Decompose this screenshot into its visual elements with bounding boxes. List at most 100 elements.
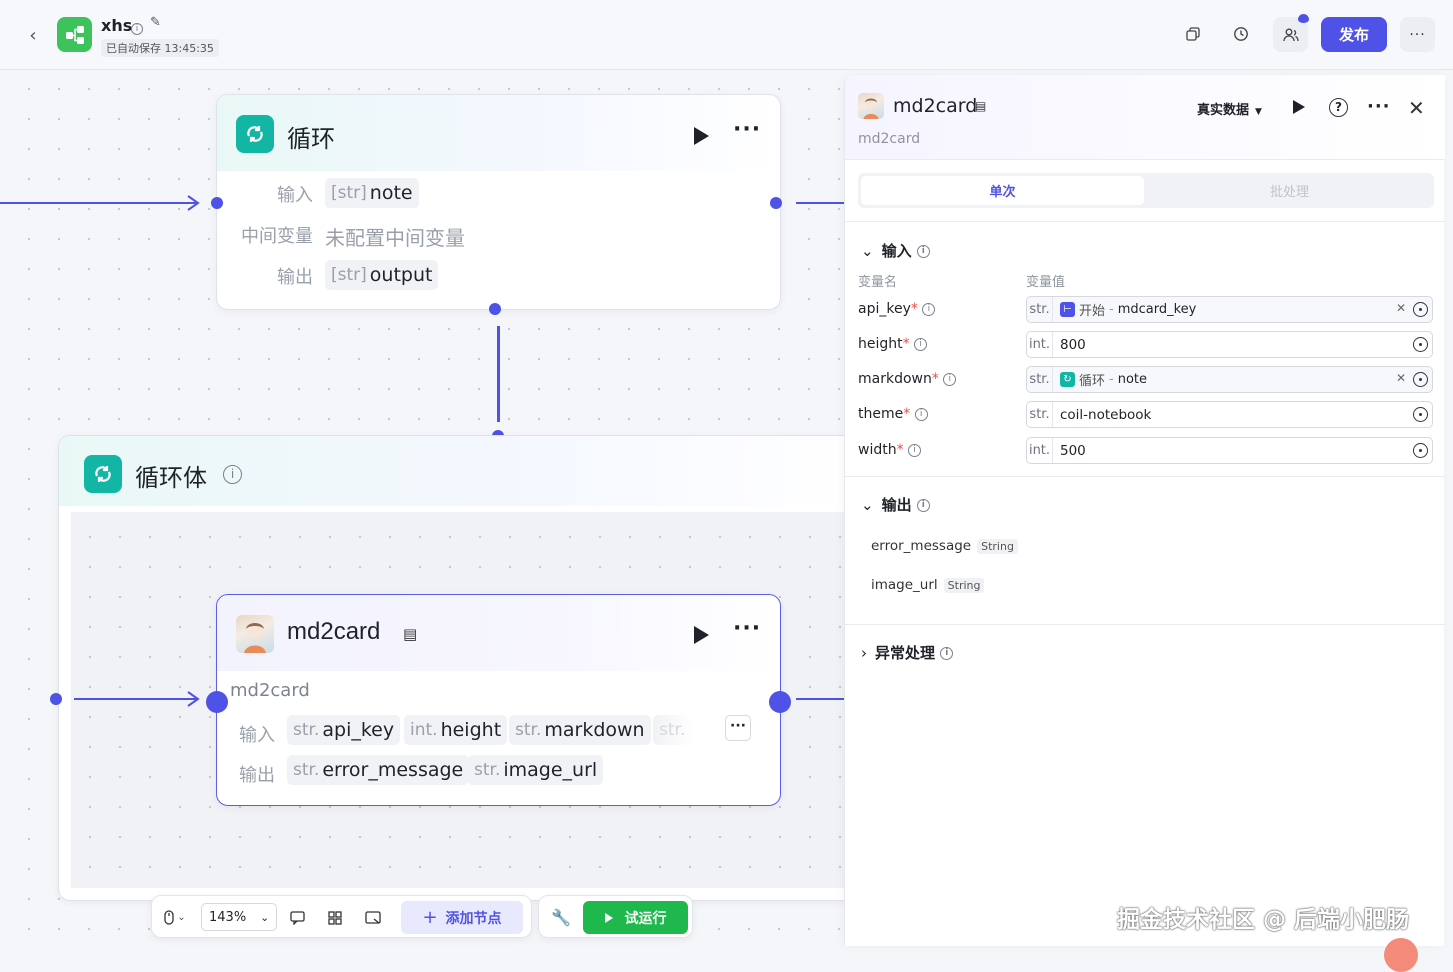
output-item-error_message: error_message String (871, 538, 1018, 554)
target-icon[interactable] (1413, 302, 1428, 317)
info-icon: i (916, 499, 930, 512)
param-field-height[interactable]: int. 800 (1026, 331, 1433, 358)
loop-in-port[interactable] (211, 197, 223, 209)
more-options-button[interactable]: ··· (1400, 17, 1435, 52)
target-icon[interactable] (1413, 372, 1428, 387)
add-node-button[interactable]: + 添加节点 (401, 901, 523, 934)
run-toolbar: 🔧 试运行 (538, 895, 693, 938)
back-icon[interactable]: ‹ (22, 24, 44, 46)
avatar (858, 93, 884, 119)
canvas-toolbar: ⌄ 143% ⌄ + 添加节点 (151, 895, 532, 938)
close-icon[interactable]: ✕ (1408, 96, 1425, 120)
body-start-port[interactable] (50, 693, 62, 705)
output-section-header[interactable]: ⌄ 输出 i (861, 494, 930, 515)
divider (845, 221, 1445, 222)
param-name-width: width* i (858, 442, 922, 458)
param-field-theme[interactable]: str. coil-notebook (1026, 401, 1433, 428)
caret-down-icon: ▼ (1255, 107, 1262, 117)
autosave-status: 已自动保存 13:45:35 (101, 39, 219, 57)
target-icon[interactable] (1413, 337, 1428, 352)
edge-into-md2card (74, 698, 198, 700)
midvar-label: 中间变量 (241, 226, 313, 247)
clear-icon[interactable]: ✕ (1396, 301, 1406, 315)
info-icon[interactable]: i (131, 18, 143, 37)
test-run-button[interactable]: 试运行 (583, 901, 688, 934)
tab-batch[interactable]: 批处理 (1148, 176, 1431, 205)
midvar-value: 未配置中间变量 (325, 226, 465, 250)
output-item-image_url: image_url String (871, 577, 985, 593)
ref-chip-start: ⊢ 开始 - mdcard_key (1056, 299, 1200, 320)
minimap-icon[interactable] (362, 907, 384, 929)
run-node-icon[interactable] (694, 626, 709, 644)
divider (845, 624, 1445, 625)
tab-single[interactable]: 单次 (861, 176, 1144, 205)
loop-out-port[interactable] (770, 197, 782, 209)
param-field-api_key[interactable]: str. ⊢ 开始 - mdcard_key ✕ (1026, 296, 1433, 323)
edge-out-of-md2card (796, 698, 846, 700)
plugin-icon: ▤ (403, 625, 418, 643)
publish-button[interactable]: 发布 (1321, 17, 1387, 52)
app-logo (57, 17, 92, 52)
loop-output-chip: [str] output (325, 260, 439, 290)
corner-emoji (1384, 938, 1418, 972)
history-icon[interactable] (1230, 23, 1252, 45)
param-name-height: height* i (858, 336, 928, 352)
md2card-node[interactable]: md2card ▤ ··· md2card 输入 str. api_key int… (216, 594, 781, 806)
collaborators-button[interactable] (1273, 14, 1309, 52)
param-name-theme: theme* i (858, 406, 928, 422)
panel-more-icon[interactable]: ··· (1367, 98, 1391, 116)
loop-node[interactable]: 循环 ··· 输入 [str] note 中间变量 未配置中间变量 输出 [str… (216, 94, 781, 310)
param-name-markdown: markdown* i (858, 371, 957, 387)
md2card-subtitle: md2card (230, 680, 310, 701)
target-icon[interactable] (1413, 443, 1428, 458)
panel-header-bg (845, 75, 1445, 159)
edit-icon[interactable]: ✎ (150, 15, 161, 30)
loop-body-port[interactable] (489, 303, 501, 315)
node-detail-panel: md2card ▤ md2card 真实数据 ▼ ? ··· ✕ 单次 批处理 ⌄… (844, 75, 1445, 946)
help-icon[interactable]: ? (1329, 98, 1348, 117)
clear-icon[interactable]: ✕ (1396, 371, 1406, 385)
chevron-down-icon: ⌄ (260, 910, 270, 924)
md2card-out-port[interactable] (769, 691, 791, 713)
chevron-right-icon: › (861, 644, 867, 662)
param-name-api_key: api_key* i (858, 301, 936, 317)
layout-icon[interactable] (324, 907, 346, 929)
output-label: 输出 (239, 765, 275, 786)
loop-icon (236, 115, 274, 153)
param-field-markdown[interactable]: str. ↻ 循环 - note ✕ (1026, 366, 1433, 393)
data-mode-select[interactable]: 真实数据 ▼ (1197, 99, 1262, 118)
input-section-header[interactable]: ⌄ 输入 i (861, 240, 930, 261)
loop-body-title: 循环体 (135, 465, 207, 492)
md2card-node-title: md2card (287, 618, 381, 645)
node-more-icon[interactable]: ··· (733, 119, 761, 141)
mouse-mode-icon[interactable]: ⌄ (160, 906, 190, 928)
target-icon[interactable] (1413, 407, 1428, 422)
run-node-icon[interactable] (694, 127, 709, 145)
watermark: 掘金技术社区 @ 后端小肥肠 (1117, 907, 1410, 933)
plugin-icon: ▤ (975, 99, 987, 113)
comment-icon[interactable] (286, 907, 308, 929)
info-icon: i (940, 647, 954, 660)
copy-icon[interactable] (1182, 23, 1204, 45)
loop-body-icon (84, 455, 122, 493)
input-chip-api_key: str. api_key (287, 715, 401, 745)
wrench-icon[interactable]: 🔧 (549, 906, 573, 928)
md2card-in-port[interactable] (206, 691, 228, 713)
start-node-icon: ⊢ (1060, 302, 1075, 317)
info-icon[interactable]: i (223, 464, 242, 484)
error-handling-header[interactable]: › 异常处理 i (861, 642, 954, 663)
plus-icon: + (422, 907, 438, 928)
panel-subtitle: md2card (858, 131, 921, 147)
zoom-value: 143% (209, 909, 247, 925)
param-field-width[interactable]: int. 500 (1026, 437, 1433, 464)
more-inputs-button[interactable]: ··· (725, 715, 751, 741)
edge-out-of-loop (796, 202, 846, 204)
run-icon[interactable] (1293, 100, 1305, 114)
col-header-value: 变量值 (1026, 275, 1066, 290)
loop-node-title: 循环 (287, 126, 335, 153)
run-mode-tabs: 单次 批处理 (858, 173, 1434, 208)
chevron-down-icon: ⌄ (861, 242, 874, 260)
info-icon: i (916, 245, 930, 258)
zoom-select[interactable]: 143% ⌄ (201, 903, 277, 931)
node-more-icon[interactable]: ··· (733, 618, 761, 640)
